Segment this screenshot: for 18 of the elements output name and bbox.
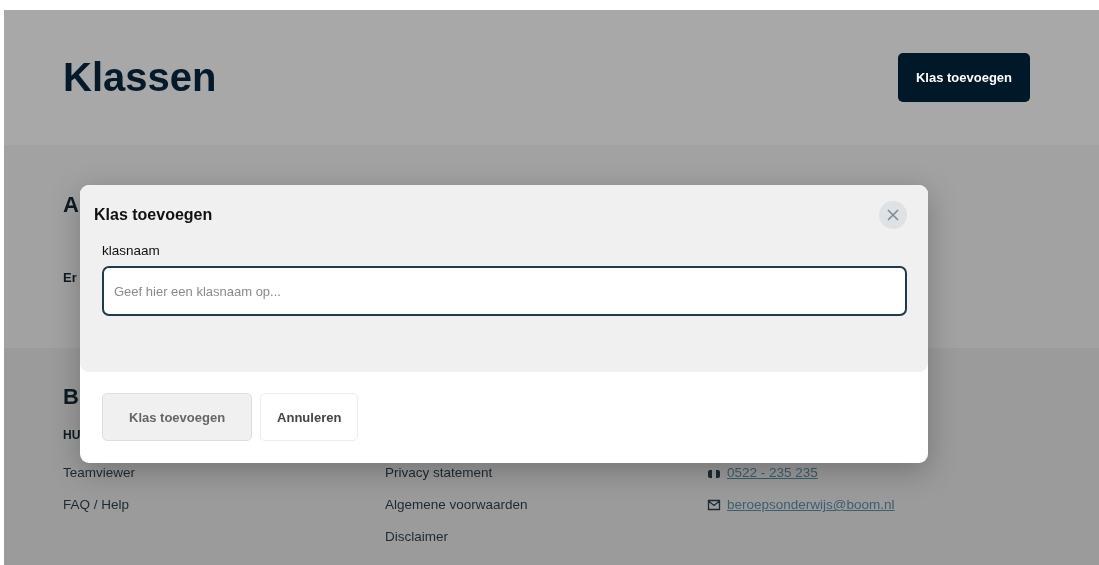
close-icon: [886, 208, 900, 222]
field-label: klasnaam: [102, 243, 161, 258]
cancel-button[interactable]: Annuleren: [260, 393, 359, 441]
footer-link[interactable]: Privacy statement: [385, 465, 493, 480]
envelope-icon: [707, 498, 721, 511]
footer-heading: B: [63, 384, 79, 410]
class-name-field[interactable]: Geef hier een klasnaam op...: [102, 266, 907, 316]
add-class-button[interactable]: Klas toevoegen: [897, 53, 1030, 102]
footer-link[interactable]: Algemene voorwaarden: [385, 497, 528, 512]
dialog-title: Klas toevoegen: [94, 206, 213, 224]
footer-link[interactable]: FAQ / Help: [63, 497, 130, 512]
section-text: Er: [63, 270, 78, 285]
close-button[interactable]: [879, 201, 907, 229]
page-title: Klassen: [63, 55, 217, 100]
section-heading: A: [63, 192, 79, 218]
footer-link[interactable]: Teamviewer: [63, 465, 136, 480]
footer-link[interactable]: Disclaimer: [385, 529, 448, 544]
footer-subheading: HU: [63, 428, 81, 442]
